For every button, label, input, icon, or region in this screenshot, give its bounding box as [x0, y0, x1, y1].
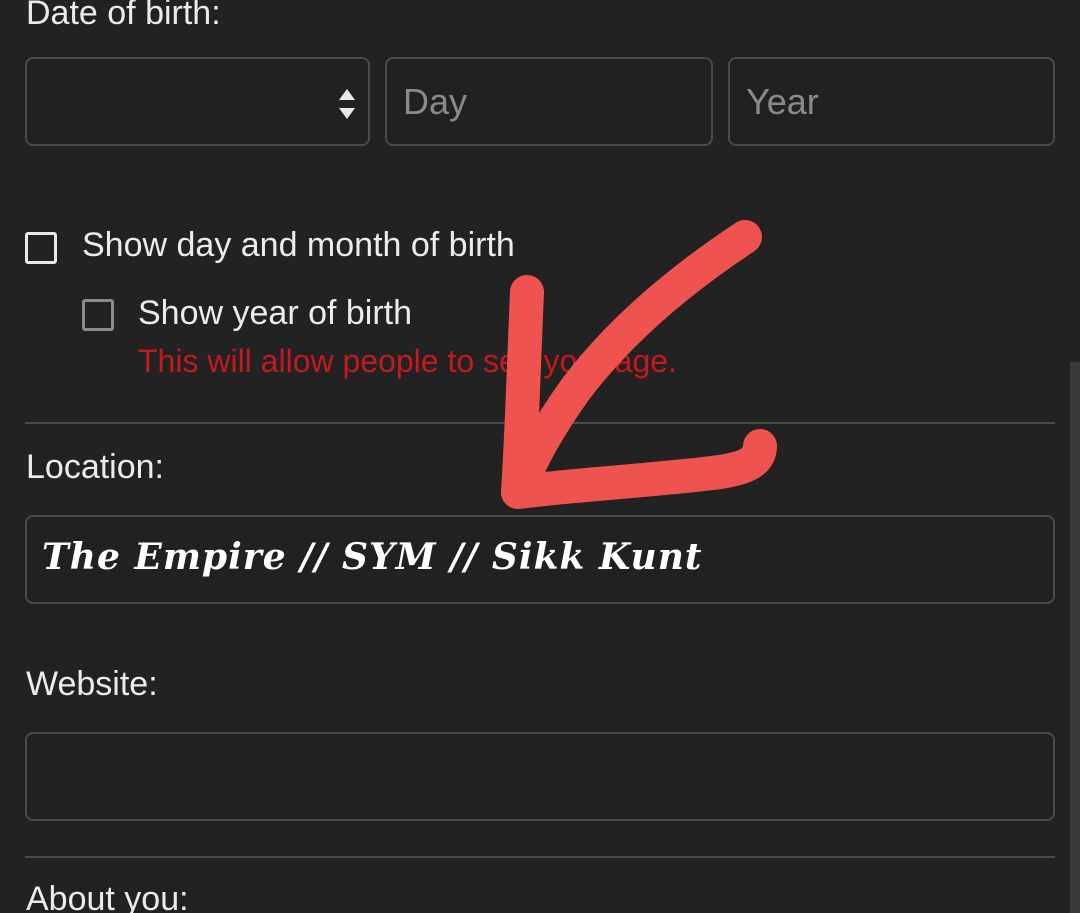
- page-scrollbar[interactable]: [1070, 362, 1080, 913]
- website-label: Website:: [26, 665, 158, 703]
- age-visibility-warning: This will allow people to see your age.: [138, 343, 677, 379]
- show-day-month-checkbox[interactable]: [25, 232, 57, 264]
- show-year-label: Show year of birth: [138, 294, 413, 332]
- website-input[interactable]: [25, 732, 1055, 821]
- section-divider: [25, 422, 1055, 424]
- day-input[interactable]: [385, 57, 713, 146]
- section-divider-2: [25, 856, 1055, 858]
- show-year-checkbox[interactable]: [82, 299, 114, 331]
- dob-label: Date of birth:: [26, 0, 221, 32]
- month-select[interactable]: [25, 57, 370, 146]
- location-value: The Empire // SYM // Sikk Kunt: [42, 536, 703, 578]
- show-day-month-label: Show day and month of birth: [82, 226, 515, 264]
- up-down-chevron-icon: [339, 89, 355, 119]
- about-label: About you:: [26, 880, 189, 913]
- profile-edit-form: Date of birth: Show day and month of bir…: [0, 0, 1080, 913]
- location-label: Location:: [26, 448, 164, 486]
- year-input[interactable]: [728, 57, 1055, 146]
